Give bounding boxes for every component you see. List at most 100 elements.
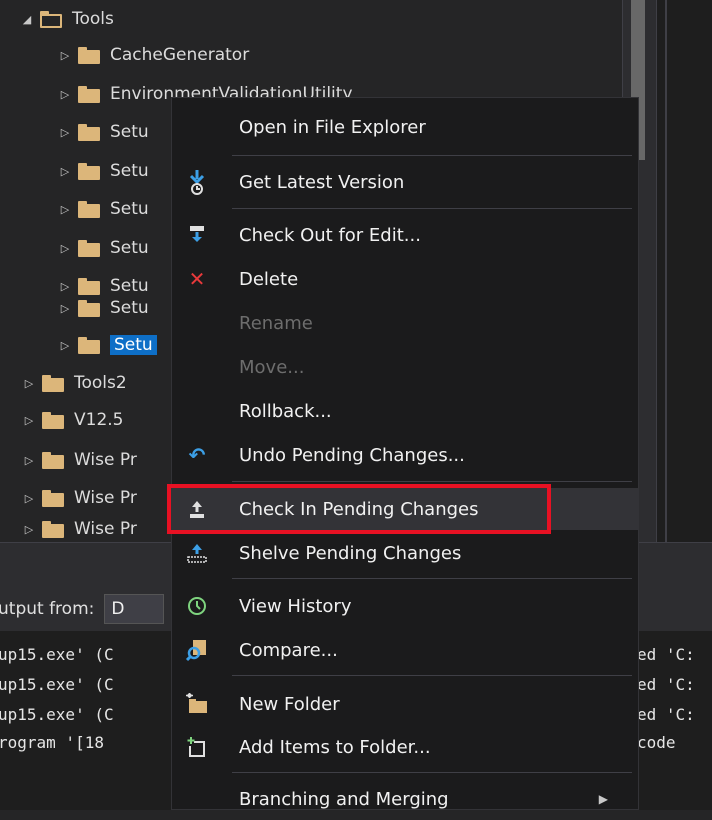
output-from-label: utput from: <box>0 599 95 619</box>
tree-item[interactable]: ▷ Wise Pr <box>20 445 137 475</box>
tree-item-label: Tools2 <box>74 373 127 393</box>
output-source-select[interactable]: D <box>104 594 165 624</box>
collapsed-arrow-icon[interactable]: ▷ <box>56 88 74 101</box>
collapsed-arrow-icon[interactable]: ▷ <box>20 454 38 467</box>
menu-separator <box>232 481 632 482</box>
menu-item-label: Open in File Explorer <box>239 116 426 138</box>
menu-add-items-to-folder[interactable]: Add Items to Folder... <box>172 726 638 768</box>
tree-item-label: CacheGenerator <box>110 45 250 65</box>
tree-item-label: Tools <box>72 9 114 29</box>
menu-view-history[interactable]: View History <box>172 585 638 627</box>
menu-new-folder[interactable]: New Folder <box>172 683 638 725</box>
check-out-icon <box>182 220 212 250</box>
menu-rename: Rename <box>172 302 638 344</box>
tree-item[interactable]: ▷ Setu <box>56 156 149 186</box>
menu-item-label: Check Out for Edit... <box>239 224 421 246</box>
menu-separator <box>232 578 632 579</box>
output-line-tail: ed 'C: <box>637 705 695 724</box>
menu-rollback[interactable]: Rollback... <box>172 390 638 432</box>
menu-item-label: Check In Pending Changes <box>239 498 479 520</box>
folder-icon <box>78 336 102 354</box>
menu-separator <box>232 208 632 209</box>
tree-item-tools[interactable]: ◢ Tools <box>18 4 114 34</box>
folder-icon <box>42 489 66 507</box>
collapsed-arrow-icon[interactable]: ▷ <box>20 414 38 427</box>
folder-icon <box>42 374 66 392</box>
menu-separator <box>232 772 632 773</box>
menu-delete[interactable]: ✕ Delete <box>172 258 638 300</box>
collapsed-arrow-icon[interactable]: ▷ <box>56 302 74 315</box>
side-panel <box>656 0 712 542</box>
tree-item[interactable]: ▷ Wise Pr <box>20 514 137 542</box>
menu-undo-pending-changes[interactable]: ↶ Undo Pending Changes... <box>172 434 638 476</box>
tree-item[interactable]: ▷ Setu <box>56 194 149 224</box>
tree-item-label: Wise Pr <box>74 488 137 508</box>
tree-item-label: Wise Pr <box>74 450 137 470</box>
menu-item-label: Compare... <box>239 639 338 661</box>
tree-item[interactable]: ▷ Setu <box>56 293 149 323</box>
folder-icon <box>78 162 102 180</box>
tree-item-tools2[interactable]: ▷ Tools2 <box>20 368 127 398</box>
tree-item-label: V12.5 <box>74 410 124 430</box>
tree-item-label: Setu <box>110 335 157 355</box>
folder-icon <box>42 411 66 429</box>
new-folder-icon <box>182 689 212 719</box>
collapsed-arrow-icon[interactable]: ▷ <box>56 49 74 62</box>
folder-icon <box>78 200 102 218</box>
tree-item[interactable]: ▷ Wise Pr <box>20 483 137 513</box>
menu-item-label: New Folder <box>239 693 340 715</box>
output-line: rogram '[18 <box>0 733 104 752</box>
collapsed-arrow-icon[interactable]: ▷ <box>56 165 74 178</box>
menu-item-label: Rename <box>239 312 313 334</box>
menu-compare[interactable]: Compare... <box>172 629 638 671</box>
add-items-icon <box>182 732 212 762</box>
tree-item-label: Setu <box>110 199 149 219</box>
tree-item-label: Wise Pr <box>74 519 137 539</box>
collapsed-arrow-icon[interactable]: ▷ <box>20 377 38 390</box>
output-line: up15.exe' (C <box>0 645 114 664</box>
tree-item-label: Setu <box>110 298 149 318</box>
menu-check-in-pending-changes[interactable]: Check In Pending Changes <box>172 488 638 530</box>
folder-icon <box>78 277 102 295</box>
output-line: up15.exe' (C <box>0 675 114 694</box>
panel-divider <box>665 0 667 542</box>
collapsed-arrow-icon[interactable]: ▷ <box>56 339 74 352</box>
collapsed-arrow-icon[interactable]: ▷ <box>56 203 74 216</box>
tree-item[interactable]: ▷ Setu <box>56 117 149 147</box>
compare-icon <box>182 635 212 665</box>
menu-move: Move... <box>172 346 638 388</box>
menu-separator <box>232 675 632 676</box>
collapsed-arrow-icon[interactable]: ▷ <box>20 523 38 536</box>
tree-item-v12[interactable]: ▷ V12.5 <box>20 405 124 435</box>
menu-item-label: Rollback... <box>239 400 332 422</box>
menu-item-label: Add Items to Folder... <box>239 736 431 758</box>
menu-open-in-file-explorer[interactable]: Open in File Explorer <box>172 106 638 148</box>
menu-item-label: Get Latest Version <box>239 171 405 193</box>
output-line-tail: code <box>637 733 676 752</box>
folder-icon <box>78 85 102 103</box>
collapsed-arrow-icon[interactable]: ▷ <box>56 242 74 255</box>
menu-item-label: Undo Pending Changes... <box>239 444 465 466</box>
menu-item-label: Branching and Merging <box>239 788 449 810</box>
menu-item-label: Shelve Pending Changes <box>239 542 462 564</box>
tree-item-label: Setu <box>110 161 149 181</box>
collapsed-arrow-icon[interactable]: ▷ <box>56 280 74 293</box>
tree-item[interactable]: ▷ Setu <box>56 233 149 263</box>
menu-shelve-pending-changes[interactable]: Shelve Pending Changes <box>172 532 638 574</box>
expanded-arrow-icon[interactable]: ◢ <box>18 13 36 26</box>
folder-open-icon <box>40 10 64 28</box>
menu-check-out-for-edit[interactable]: Check Out for Edit... <box>172 214 638 256</box>
tree-item-selected[interactable]: ▷ Setu <box>56 330 157 360</box>
output-line-tail: ed 'C: <box>637 645 695 664</box>
collapsed-arrow-icon[interactable]: ▷ <box>20 492 38 505</box>
output-source-value: D <box>111 599 125 619</box>
folder-icon <box>42 520 66 538</box>
menu-branching-and-merging[interactable]: Branching and Merging ▶ <box>172 778 638 820</box>
menu-get-latest-version[interactable]: Get Latest Version <box>172 161 638 203</box>
folder-icon <box>78 239 102 257</box>
tree-item[interactable]: ▷ CacheGenerator <box>56 40 249 70</box>
undo-icon: ↶ <box>188 443 206 467</box>
check-in-icon <box>182 494 212 524</box>
collapsed-arrow-icon[interactable]: ▷ <box>56 126 74 139</box>
delete-icon: ✕ <box>188 267 206 291</box>
